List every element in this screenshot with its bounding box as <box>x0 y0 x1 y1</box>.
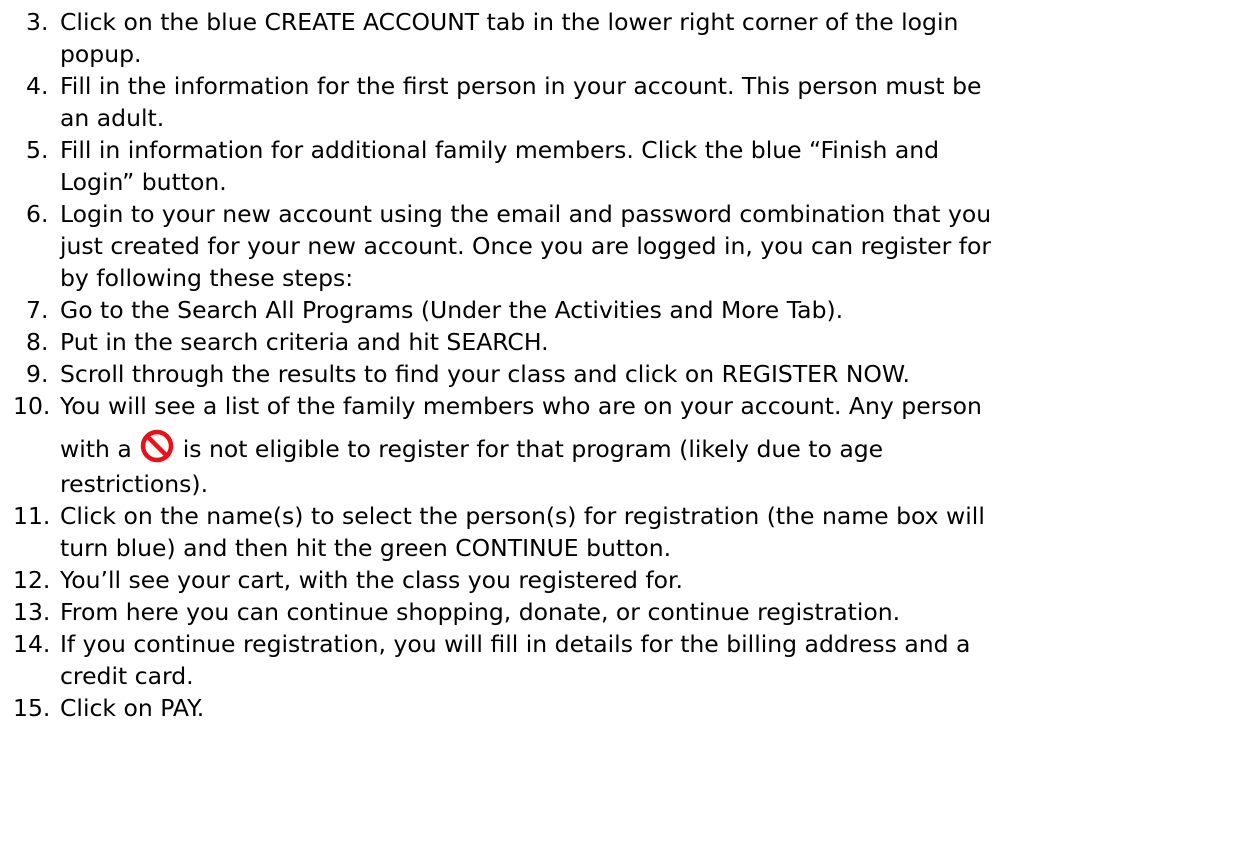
step-9: 9. Scroll through the results to find yo… <box>0 358 1243 390</box>
step-6: 6. Login to your new account using the e… <box>0 198 1243 294</box>
step-13: 13. From here you can continue shopping,… <box>0 596 1243 628</box>
step-text-line: turn blue) and then hit the green CONTIN… <box>60 534 672 562</box>
step-number: 6. <box>26 200 49 228</box>
step-number: 5. <box>26 136 49 164</box>
step-text-line: by following these steps: <box>60 264 354 292</box>
step-number: 9. <box>26 360 49 388</box>
step-number: 11. <box>13 502 51 530</box>
step-7: 7. Go to the Search All Programs (Under … <box>0 294 1243 326</box>
step-text-line: From here you can continue shopping, don… <box>60 598 901 626</box>
step-text-line: Click on the blue CREATE ACCOUNT tab in … <box>60 8 959 36</box>
instructions-list: 3. Click on the blue CREATE ACCOUNT tab … <box>0 6 1243 724</box>
step-text-line: You’ll see your cart, with the class you… <box>60 566 683 594</box>
step-text-line: Click on PAY. <box>60 694 205 722</box>
step-11: 11. Click on the name(s) to select the p… <box>0 500 1243 564</box>
step-text-line: Scroll through the results to find your … <box>60 360 910 388</box>
prohibited-icon <box>140 429 174 463</box>
step-text-line: Login” button. <box>60 168 227 196</box>
step-number: 15. <box>13 694 51 722</box>
step-text-line: restrictions). <box>60 470 209 498</box>
step-text-line: You will see a list of the family member… <box>60 392 982 420</box>
step-text-fragment: is not eligible to register for that pro… <box>182 435 884 463</box>
step-text-line: If you continue registration, you will f… <box>60 630 971 658</box>
step-text-line: Login to your new account using the emai… <box>60 200 992 228</box>
step-5: 5. Fill in information for additional fa… <box>0 134 1243 198</box>
step-number: 12. <box>13 566 51 594</box>
step-number: 7. <box>26 296 49 324</box>
step-text-line: Fill in the information for the first pe… <box>60 72 982 100</box>
step-number: 3. <box>26 8 49 36</box>
step-number: 13. <box>13 598 51 626</box>
step-text-line: credit card. <box>60 662 194 690</box>
step-text-line: an adult. <box>60 104 165 132</box>
step-4: 4. Fill in the information for the first… <box>0 70 1243 134</box>
step-text-line: just created for your new account. Once … <box>60 232 992 260</box>
step-12: 12. You’ll see your cart, with the class… <box>0 564 1243 596</box>
step-14: 14. If you continue registration, you wi… <box>0 628 1243 692</box>
step-number: 14. <box>13 630 51 658</box>
step-text-line: Go to the Search All Programs (Under the… <box>60 296 844 324</box>
step-text-line: Fill in information for additional famil… <box>60 136 940 164</box>
step-text-fragment: with a <box>60 435 132 463</box>
step-text-line-with-icon: with a is not eligible to register for t… <box>60 422 1203 468</box>
step-number: 8. <box>26 328 49 356</box>
step-text-line: Put in the search criteria and hit SEARC… <box>60 328 549 356</box>
step-3: 3. Click on the blue CREATE ACCOUNT tab … <box>0 6 1243 70</box>
step-number: 10. <box>13 392 51 420</box>
step-15: 15. Click on PAY. <box>0 692 1243 724</box>
step-text-line: Click on the name(s) to select the perso… <box>60 502 985 530</box>
step-text-line: popup. <box>60 40 142 68</box>
step-8: 8. Put in the search criteria and hit SE… <box>0 326 1243 358</box>
step-10: 10. You will see a list of the family me… <box>0 390 1243 500</box>
step-number: 4. <box>26 72 49 100</box>
